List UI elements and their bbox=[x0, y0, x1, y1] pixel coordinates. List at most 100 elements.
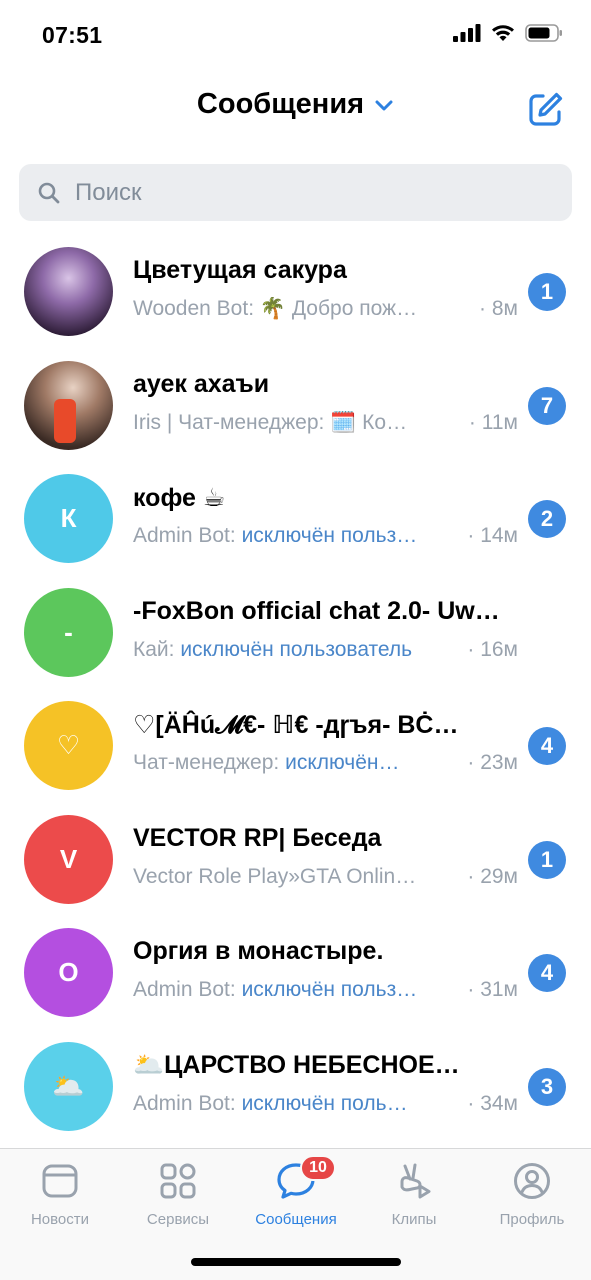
chat-row[interactable]: Цветущая сакура Wooden Bot: 🌴 Добро пож… ·… bbox=[0, 234, 591, 348]
chat-row[interactable]: Ккофе ☕ Admin Bot: исключён польз… · 14м 2 bbox=[0, 461, 591, 575]
wifi-icon bbox=[492, 25, 514, 41]
chat-avatar: ♡ bbox=[24, 701, 113, 790]
news-icon bbox=[38, 1159, 82, 1203]
avatar-photo-detail bbox=[54, 398, 76, 443]
search-bar[interactable] bbox=[19, 164, 572, 221]
chat-avatar: V bbox=[24, 814, 113, 904]
preview-action: исключён пользователь bbox=[180, 637, 413, 661]
preview-text: Admin Bot: исключён поль… bbox=[133, 1092, 459, 1116]
chat-time: · 11м bbox=[468, 410, 518, 434]
preview-sender: Admin Bot: bbox=[133, 524, 242, 547]
chat-preview: Чат-менеджер: исключён… · 23м bbox=[133, 751, 518, 775]
avatar-initial: V bbox=[59, 843, 78, 874]
avatar-initial: О bbox=[58, 957, 79, 987]
preview-sender: Admin Bot: bbox=[133, 1091, 242, 1115]
status-time: 07:51 bbox=[42, 22, 103, 48]
chat-avatar bbox=[24, 360, 113, 450]
unread-counter: 2 bbox=[528, 500, 566, 538]
chat-time: · 34м bbox=[467, 1091, 518, 1115]
search-input[interactable] bbox=[75, 178, 555, 207]
tab-news[interactable]: Новости bbox=[5, 1159, 115, 1228]
chat-time: · 29м bbox=[467, 864, 518, 888]
avatar-initial: ♡ bbox=[56, 730, 81, 760]
chat-time: · 8м bbox=[479, 297, 518, 320]
profile-icon bbox=[510, 1159, 554, 1203]
preview-text: Admin Bot: исключён польз… bbox=[133, 978, 459, 1002]
preview-action: исключён поль… bbox=[241, 1091, 408, 1115]
chat-title: кофе ☕ bbox=[133, 484, 226, 512]
chat-preview: Admin Bot: исключён поль… · 34м bbox=[133, 1092, 518, 1116]
chat-row[interactable]: 🌥️ 🌥️ЦАРСТВО НЕБЕСНОЕ… Admin Bot: исключён… bbox=[0, 1029, 591, 1143]
preview-text: Wooden Bot: 🌴 Добро пож… bbox=[133, 297, 471, 321]
signal-icon bbox=[453, 24, 481, 42]
preview-sender: Vector Role Play»GTA Onlin… bbox=[133, 864, 417, 888]
unread-counter: 7 bbox=[528, 386, 566, 425]
chat-title: Цветущая сакура bbox=[133, 256, 347, 284]
tab-label: Клипы bbox=[391, 1211, 437, 1228]
preview-sender: Admin Bot: bbox=[133, 978, 242, 1001]
messages-badge: 10 bbox=[300, 1155, 336, 1181]
chat-preview: Wooden Bot: 🌴 Добро пож… · 8м bbox=[133, 297, 518, 321]
preview-action: исключён… bbox=[285, 751, 400, 774]
chat-avatar: 🌥️ bbox=[24, 1041, 113, 1131]
search-icon bbox=[38, 182, 60, 203]
chat-title: ♡[ÄĤú𝓜€- ℍ€ -дɼъя- ВĊ… bbox=[133, 711, 459, 739]
status-icons bbox=[453, 24, 563, 42]
unread-counter: 1 bbox=[528, 840, 566, 879]
preview-text: Чат-менеджер: исключён… bbox=[133, 751, 459, 775]
preview-sender: Wooden Bot: 🌴 Добро пож… bbox=[133, 297, 418, 320]
chat-title: Оргия в монастыре. bbox=[133, 937, 384, 965]
compose-button[interactable] bbox=[525, 90, 565, 130]
header: Сообщения bbox=[0, 72, 591, 152]
chat-title: 🌥️ЦАРСТВО НЕБЕСНОЕ… bbox=[133, 1050, 460, 1079]
chat-time: · 14м bbox=[467, 524, 518, 547]
chat-row[interactable]: ♡ ♡[ÄĤú𝓜€- ℍ€ -дɼъя- ВĊ… Чат-менеджер: иск… bbox=[0, 688, 591, 802]
chat-title: -FoxBon official chat 2.0- Uw… bbox=[133, 596, 500, 625]
chevron-down-icon bbox=[375, 100, 393, 110]
chat-title: VECTOR RP| Беседа bbox=[133, 823, 382, 852]
tab-label: Сообщения bbox=[255, 1211, 337, 1228]
chat-preview: Admin Bot: исключён польз… · 14м bbox=[133, 524, 518, 548]
avatar-initial: 🌥️ bbox=[52, 1070, 85, 1101]
unread-counter: 3 bbox=[528, 1067, 566, 1106]
chat-avatar bbox=[24, 247, 113, 336]
chat-row[interactable]: V VECTOR RP| Беседа Vector Role Play»GTA O… bbox=[0, 802, 591, 916]
chat-time: · 23м bbox=[467, 751, 518, 774]
tab-messages[interactable]: 10 Сообщения bbox=[241, 1155, 351, 1228]
chat-avatar: О bbox=[24, 928, 113, 1017]
battery-icon bbox=[525, 24, 562, 42]
services-icon bbox=[156, 1159, 200, 1203]
chat-time: · 31м bbox=[467, 978, 518, 1001]
compose-icon bbox=[529, 92, 563, 126]
unread-counter: 1 bbox=[528, 273, 566, 311]
chat-avatar: - bbox=[24, 587, 113, 677]
preview-text: Iris | Чат-менеджер: 🗓️ Ко… bbox=[133, 411, 461, 435]
chat-row[interactable]: О Оргия в монастыре. Admin Bot: исключён п… bbox=[0, 915, 591, 1029]
avatar-initial: - bbox=[64, 616, 73, 647]
preview-action: исключён польз… bbox=[241, 524, 418, 547]
home-indicator[interactable] bbox=[191, 1258, 401, 1266]
preview-text: Vector Role Play»GTA Onlin… bbox=[133, 865, 459, 889]
tab-profile[interactable]: Профиль bbox=[477, 1159, 587, 1228]
chat-time: · 16м bbox=[467, 637, 518, 661]
unread-counter: 4 bbox=[528, 954, 566, 992]
chat-preview: Iris | Чат-менеджер: 🗓️ Ко… · 11м bbox=[133, 411, 518, 435]
chat-title: ауек ахаъи bbox=[133, 369, 270, 398]
avatar-initial: К bbox=[60, 503, 77, 533]
chat-preview: Vector Role Play»GTA Onlin… · 29м bbox=[133, 865, 518, 889]
messages-icon: 10 bbox=[274, 1155, 336, 1203]
tab-services[interactable]: Сервисы bbox=[123, 1159, 233, 1228]
tab-label: Сервисы bbox=[146, 1211, 210, 1228]
chat-preview: Кай: исключён пользователь · 16м bbox=[133, 638, 518, 662]
status-bar: 07:51 bbox=[0, 0, 591, 72]
preview-text: Admin Bot: исключён польз… bbox=[133, 524, 459, 548]
clips-icon bbox=[392, 1159, 436, 1203]
preview-sender: Iris | Чат-менеджер: 🗓️ Ко… bbox=[133, 410, 408, 434]
preview-sender: Чат-менеджер: bbox=[133, 751, 286, 774]
chat-row[interactable]: - -FoxBon official chat 2.0- Uw… Кай: искл… bbox=[0, 575, 591, 689]
title-dropdown[interactable]: Сообщения bbox=[0, 88, 591, 121]
chat-row[interactable]: ауек ахаъи Iris | Чат-менеджер: 🗓️ Ко… · 1… bbox=[0, 348, 591, 462]
page-title: Сообщения bbox=[196, 88, 365, 120]
tab-clips[interactable]: Клипы bbox=[359, 1159, 469, 1228]
chat-list: Цветущая сакура Wooden Bot: 🌴 Добро пож… ·… bbox=[0, 234, 591, 1142]
